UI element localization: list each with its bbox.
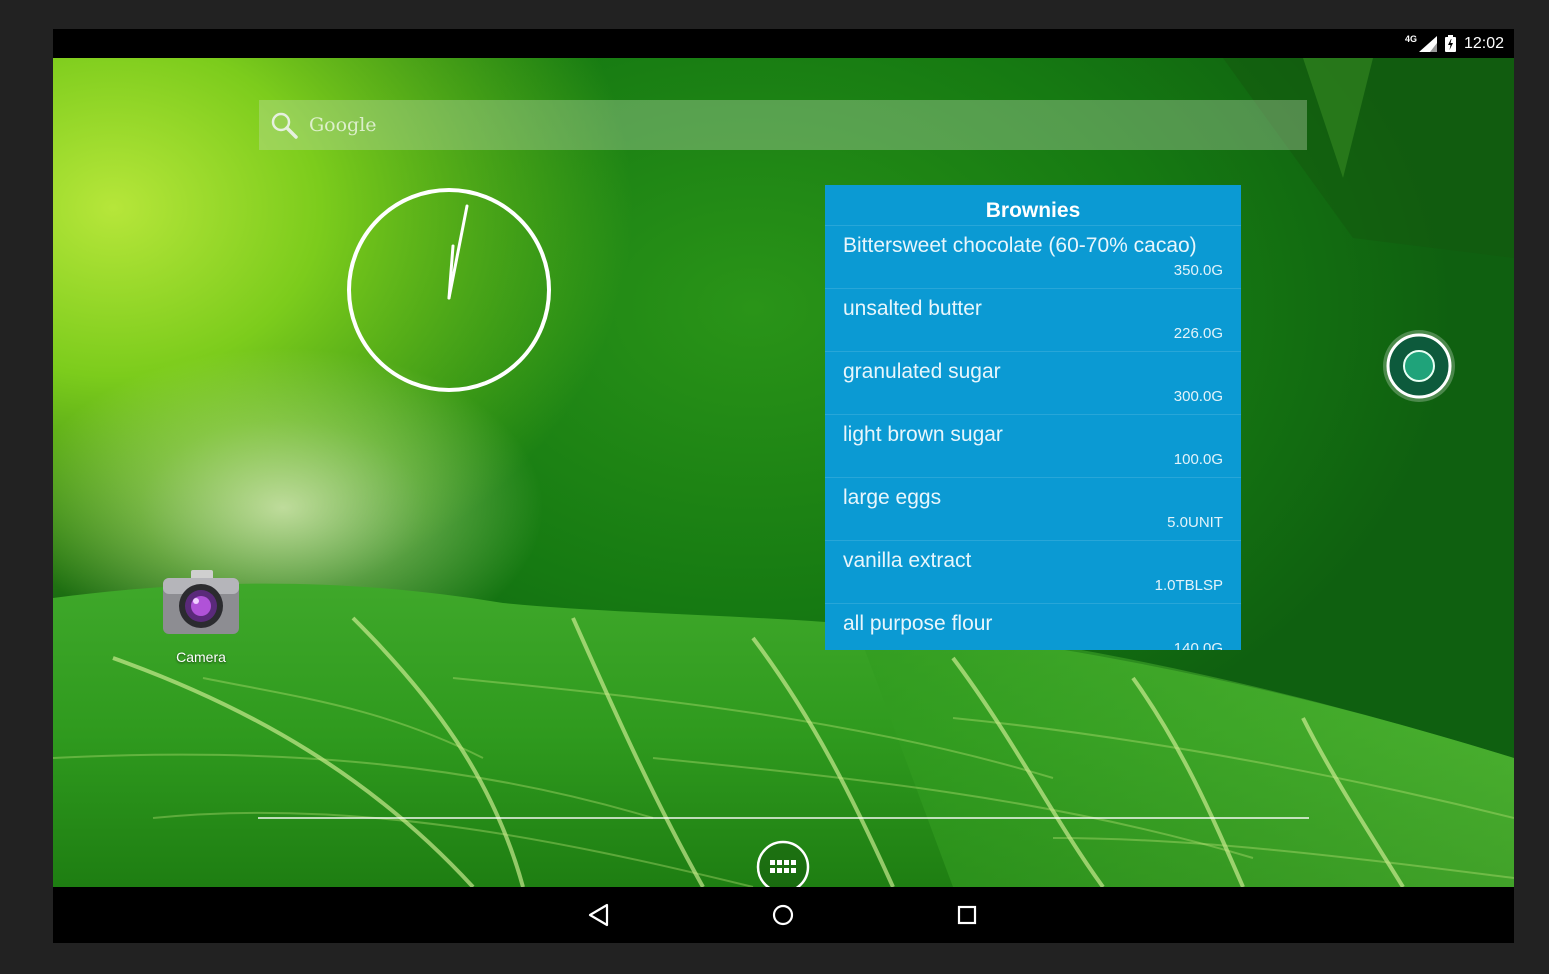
ingredient-row[interactable]: large eggs 5.0UNIT	[825, 477, 1241, 540]
dock-divider	[258, 817, 1309, 819]
ingredient-name: all purpose flour	[843, 612, 993, 635]
camera-app-label: Camera	[176, 649, 226, 665]
recipe-title: Brownies	[985, 199, 1081, 222]
ingredient-name: light brown sugar	[843, 423, 1003, 446]
ingredient-name: vanilla extract	[843, 549, 972, 572]
status-bar: 4G 12:02	[53, 29, 1514, 58]
ingredient-quantity: 100.0G	[1173, 451, 1223, 468]
signal-icon	[1418, 35, 1437, 52]
camera-app-shortcut[interactable]: Camera	[153, 568, 249, 665]
ingredient-name: large eggs	[843, 486, 942, 509]
back-icon[interactable]	[585, 901, 613, 929]
ingredient-name: Bittersweet chocolate (60-70% cacao)	[843, 234, 1197, 257]
ingredient-quantity: 350.0G	[1173, 262, 1223, 279]
status-time: 12:02	[1463, 34, 1504, 52]
ingredient-row[interactable]: granulated sugar 300.0G	[825, 351, 1241, 414]
ingredient-quantity: 140.0G	[1173, 640, 1223, 650]
search-icon	[271, 112, 298, 139]
app-drawer-icon[interactable]	[756, 840, 810, 887]
recents-icon[interactable]	[953, 901, 981, 929]
camera-icon	[163, 570, 239, 634]
ingredient-name: granulated sugar	[843, 360, 1001, 383]
navigation-bar	[53, 887, 1514, 943]
ingredient-quantity: 5.0UNIT	[1167, 514, 1223, 531]
ingredient-row[interactable]: Bittersweet chocolate (60-70% cacao) 350…	[825, 225, 1241, 288]
battery-icon	[1444, 35, 1456, 52]
ingredient-name: unsalted butter	[843, 297, 982, 320]
tablet-screen: 4G 12:02 Google Brownies Bittersweet cho…	[53, 29, 1514, 943]
ingredient-row[interactable]: all purpose flour 140.0G	[825, 603, 1241, 650]
ingredient-row[interactable]: unsalted butter 226.0G	[825, 288, 1241, 351]
home-screen-wallpaper: Brownies Bittersweet chocolate (60-70% c…	[53, 58, 1514, 887]
ingredient-quantity: 226.0G	[1173, 325, 1223, 342]
google-search-bar[interactable]	[259, 100, 1307, 150]
recipe-widget[interactable]: Brownies Bittersweet chocolate (60-70% c…	[825, 185, 1241, 650]
home-icon[interactable]	[769, 901, 797, 929]
ingredient-row[interactable]: vanilla extract 1.0TBLSP	[825, 540, 1241, 603]
ingredient-row[interactable]: light brown sugar 100.0G	[825, 414, 1241, 477]
ingredient-quantity: 300.0G	[1173, 388, 1223, 405]
round-widget-button[interactable]	[1381, 328, 1457, 404]
leaf-wallpaper-art	[53, 58, 1514, 887]
search-input[interactable]	[307, 113, 1211, 137]
network-type-label: 4G	[1404, 33, 1417, 44]
ingredient-quantity: 1.0TBLSP	[1154, 577, 1223, 594]
analog-clock-widget[interactable]	[345, 186, 553, 394]
